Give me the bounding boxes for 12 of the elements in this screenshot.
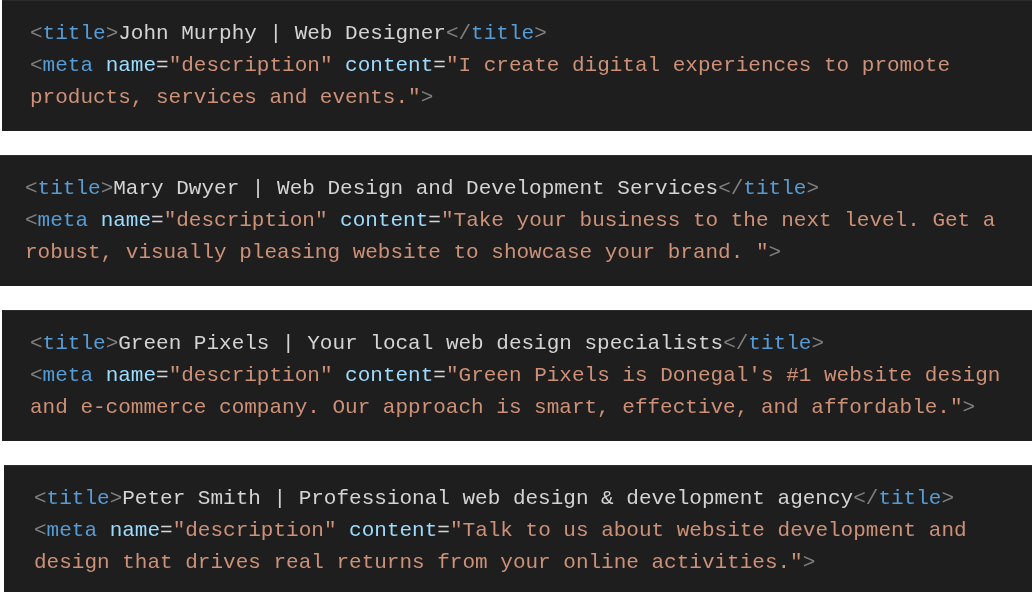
code-line: design that drives real returns from your online activities."> <box>34 550 816 576</box>
code-line: products, services and events."> <box>30 85 434 111</box>
code-line: and e-commerce company. Our approach is smart, effective, and affordable."> <box>30 395 976 421</box>
code-line: <title>Green Pixels | Your local web design specialists</title> <box>30 331 824 357</box>
code-line: robust, visually pleasing website to showcase your brand. "> <box>25 240 782 266</box>
code-line: <title>Mary Dwyer | Web Design and Development Services</title> <box>25 176 819 202</box>
code-line: <meta name="description" content="Take your business to the next level. Get a <box>25 208 996 234</box>
code-line: <title>John Murphy | Web Designer</title> <box>30 21 547 47</box>
code-line: <title>Peter Smith | Professional web design & development agency</title> <box>34 486 954 512</box>
code-line: <meta name="description" content="I create digital experiences to promote <box>30 53 950 79</box>
code-line: <meta name="description" content="Green Pixels is Donegal's #1 website design <box>30 363 1001 389</box>
code-line: <meta name="description" content="Talk to us about website development and <box>34 518 967 544</box>
